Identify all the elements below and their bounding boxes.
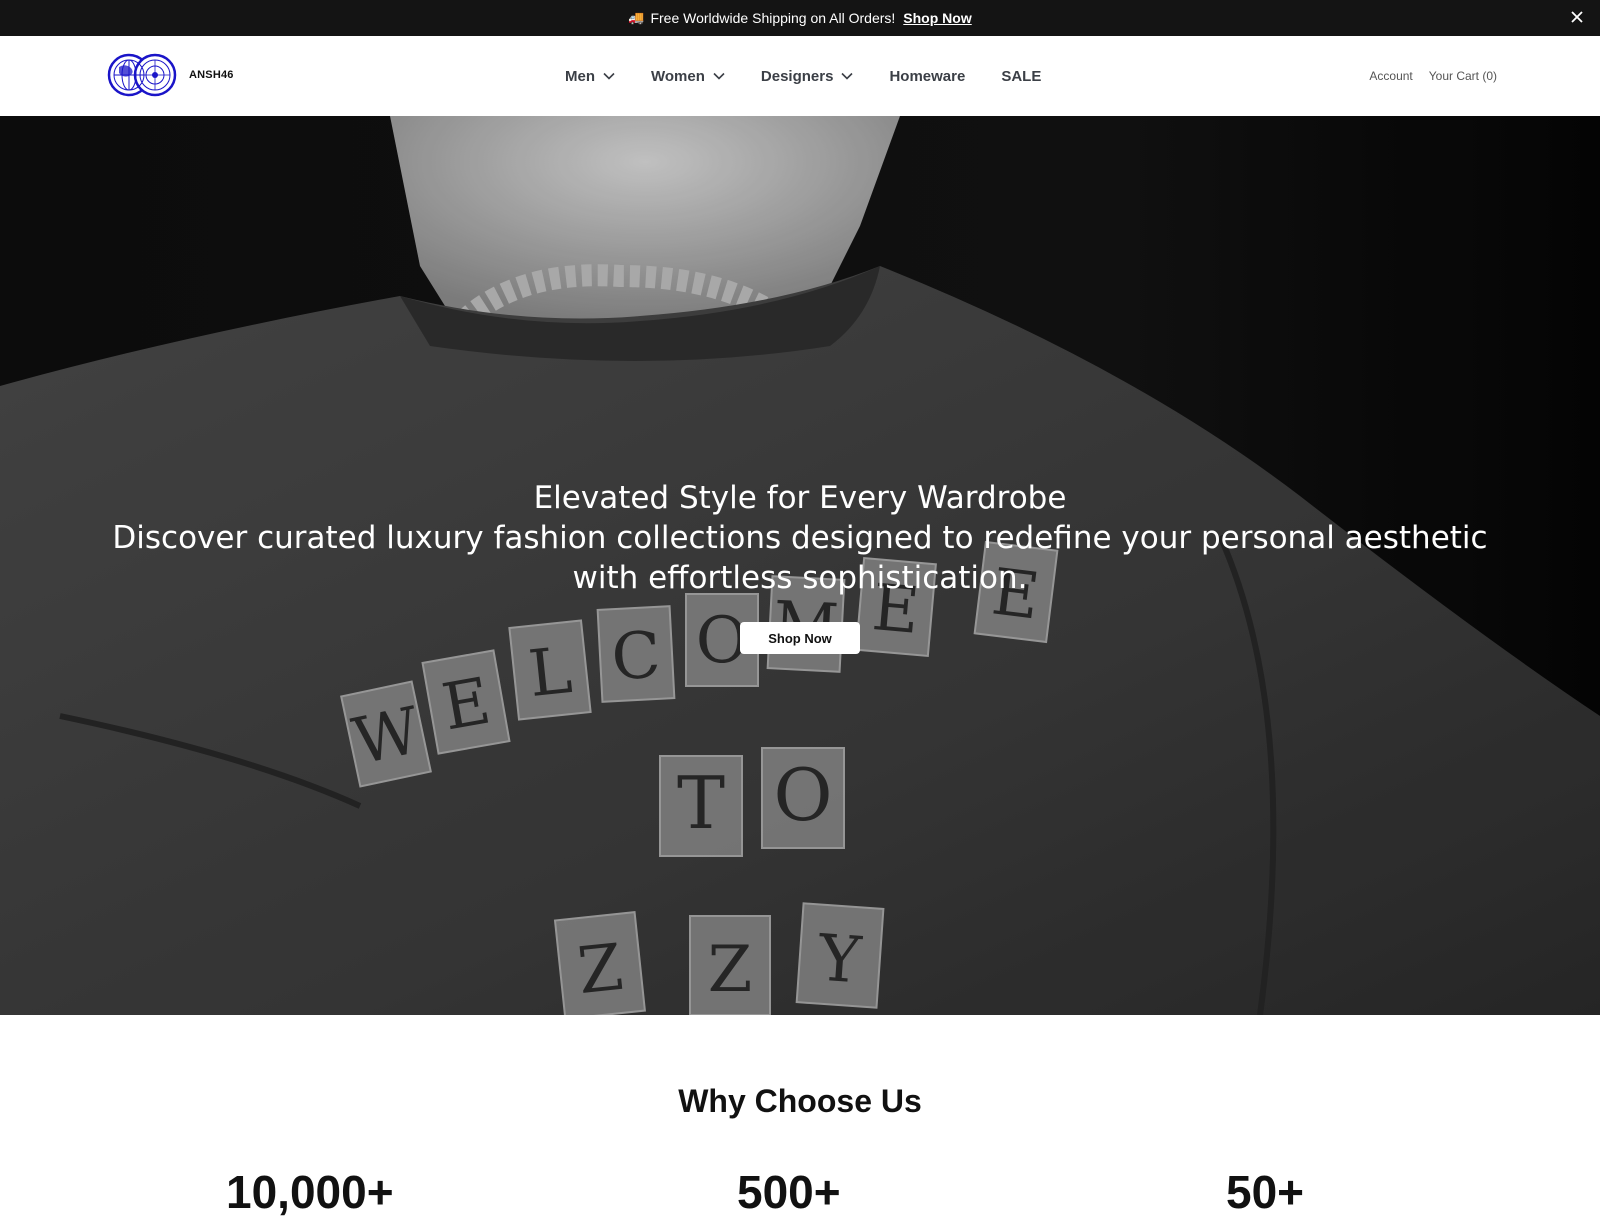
why-choose-us-section: Why Choose Us 10,000+ 500+ 50+ bbox=[0, 1015, 1600, 1218]
nav-item-sale[interactable]: SALE bbox=[1001, 68, 1041, 85]
stat-value: 10,000+ bbox=[226, 1166, 394, 1218]
announcement-shop-now-link[interactable]: Shop Now bbox=[903, 10, 971, 26]
nav-item-label: Men bbox=[565, 67, 595, 85]
logo-icon bbox=[107, 53, 177, 97]
logo-link[interactable]: ANSH46 bbox=[107, 53, 234, 97]
nav-item-men[interactable]: Men bbox=[565, 68, 615, 85]
hero-text: Elevated Style for Every Wardrobe Discov… bbox=[100, 478, 1500, 598]
chevron-down-icon bbox=[841, 72, 854, 80]
close-icon[interactable] bbox=[1568, 8, 1586, 26]
stat-value: 500+ bbox=[737, 1166, 841, 1218]
hero-title: Elevated Style for Every Wardrobe bbox=[533, 480, 1067, 516]
header-utilities: Account Your Cart (0) bbox=[1369, 36, 1497, 116]
section-title: Why Choose Us bbox=[678, 1083, 922, 1119]
hero-banner: W E L C O M E E T O Z Z Y Elevated Style… bbox=[0, 116, 1600, 1015]
main-nav: Men Women Designers Homeware SALE bbox=[565, 36, 1041, 116]
announcement-message: Free Worldwide Shipping on All Orders! bbox=[650, 10, 896, 26]
hero-shop-now-button[interactable]: Shop Now bbox=[740, 622, 860, 654]
nav-item-designers[interactable]: Designers bbox=[761, 68, 854, 85]
account-link[interactable]: Account bbox=[1369, 69, 1412, 83]
nav-item-homeware[interactable]: Homeware bbox=[889, 68, 965, 85]
chevron-down-icon bbox=[603, 72, 615, 80]
brand-name: ANSH46 bbox=[189, 69, 234, 81]
nav-item-women[interactable]: Women bbox=[651, 68, 725, 85]
nav-item-label: Homeware bbox=[889, 67, 966, 85]
nav-item-label: Women bbox=[651, 67, 705, 85]
truck-icon: 🚚 bbox=[628, 10, 645, 25]
cart-link[interactable]: Your Cart (0) bbox=[1429, 69, 1497, 83]
stat-value: 50+ bbox=[1226, 1166, 1305, 1218]
nav-item-label: SALE bbox=[1001, 67, 1042, 85]
site-header: ANSH46 Men Women Designers Homeware SALE… bbox=[0, 36, 1600, 117]
hero-subtitle: Discover curated luxury fashion collecti… bbox=[112, 520, 1488, 596]
announcement-bar: 🚚 Free Worldwide Shipping on All Orders!… bbox=[0, 0, 1600, 36]
chevron-down-icon bbox=[713, 72, 725, 80]
nav-item-label: Designers bbox=[760, 67, 834, 85]
